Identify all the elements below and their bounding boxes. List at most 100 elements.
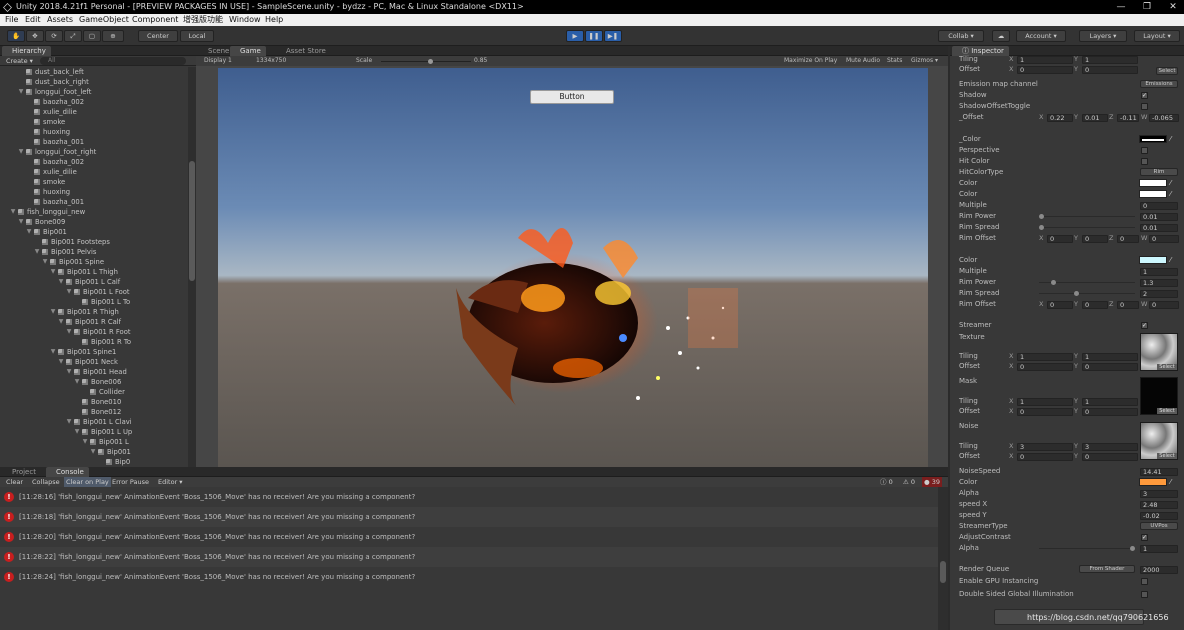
pivot-local-button[interactable]: Local	[180, 30, 214, 42]
x-field[interactable]: 0.22	[1047, 113, 1073, 122]
x-field[interactable]: 1	[1017, 397, 1073, 406]
foldout-arrow-icon[interactable]: ▼	[50, 307, 56, 317]
foldout-arrow-icon[interactable]: ▼	[66, 417, 72, 427]
menu-edit[interactable]: Edit	[25, 14, 41, 26]
hierarchy-tab[interactable]: Hierarchy	[2, 46, 51, 56]
w-field[interactable]: 0	[1149, 300, 1179, 309]
y-field[interactable]: 1	[1082, 397, 1138, 406]
slider-knob[interactable]	[1039, 225, 1044, 230]
hierarchy-item[interactable]: ▼ Bone009	[0, 217, 188, 227]
texture-select-button[interactable]: Select	[1156, 67, 1178, 75]
toggle-checkbox[interactable]	[1141, 103, 1148, 110]
slider-value-field[interactable]: 1.3	[1140, 278, 1178, 287]
hierarchy-item[interactable]: ▼ Bip001 Neck	[0, 357, 188, 367]
y-field[interactable]: 0	[1082, 452, 1138, 461]
eyedropper-icon[interactable]: ⁄	[1170, 477, 1171, 488]
info-count[interactable]: ⓘ 0	[880, 477, 893, 487]
close-button[interactable]: ✕	[1160, 0, 1184, 14]
gizmos-dropdown[interactable]: Gizmos ▾	[911, 56, 938, 66]
hierarchy-item[interactable]: Bip001 R To	[0, 337, 188, 347]
hierarchy-item[interactable]: Bip0	[0, 457, 188, 467]
y-field[interactable]: 0.01	[1082, 113, 1108, 122]
foldout-arrow-icon[interactable]: ▼	[18, 147, 24, 157]
scale-slider[interactable]	[381, 59, 471, 64]
hierarchy-item[interactable]: ▼ Bip001 R Calf	[0, 317, 188, 327]
z-field[interactable]: 0	[1117, 300, 1139, 309]
rect-tool-icon[interactable]: ▢	[83, 30, 101, 42]
hierarchy-item[interactable]: ▼ Bip001 L Up	[0, 427, 188, 437]
foldout-arrow-icon[interactable]: ▼	[18, 87, 24, 97]
play-button[interactable]: ▶	[566, 30, 584, 42]
streamer-type-dropdown[interactable]: UVPos	[1140, 522, 1178, 530]
x-field[interactable]: 1	[1017, 352, 1073, 361]
hierarchy-item[interactable]: ▼ Bip001 L Thigh	[0, 267, 188, 277]
w-field[interactable]: 0	[1149, 234, 1179, 243]
slider-knob[interactable]	[1039, 214, 1044, 219]
pause-button[interactable]: ❚❚	[585, 30, 603, 42]
x-field[interactable]: 0	[1017, 65, 1073, 74]
y-field[interactable]: 0	[1082, 407, 1138, 416]
menu-help[interactable]: Help	[265, 14, 283, 26]
console-scrollbar[interactable]	[938, 487, 948, 630]
foldout-arrow-icon[interactable]: ▼	[42, 257, 48, 267]
hierarchy-item[interactable]: huoxing	[0, 127, 188, 137]
speed-y-field[interactable]: -0.02	[1140, 511, 1178, 520]
step-button[interactable]: ▶❚	[604, 30, 622, 42]
move-tool-icon[interactable]: ✥	[26, 30, 44, 42]
hierarchy-item[interactable]: ▼ Bip001 R Thigh	[0, 307, 188, 317]
hierarchy-scrollbar[interactable]	[188, 67, 196, 467]
display-dropdown[interactable]: Display 1	[204, 56, 232, 66]
multiple-field[interactable]: 1	[1140, 267, 1178, 276]
color-swatch[interactable]	[1139, 478, 1167, 486]
foldout-arrow-icon[interactable]: ▼	[90, 447, 96, 457]
create-dropdown[interactable]: Create ▾	[6, 57, 33, 65]
hierarchy-item[interactable]: dust_back_left	[0, 67, 188, 77]
hierarchy-item[interactable]: xulie_dilie	[0, 167, 188, 177]
slider-track[interactable]	[1039, 216, 1135, 217]
hierarchy-item[interactable]: ▼ Bip001 L Calf	[0, 277, 188, 287]
hierarchy-item[interactable]: baozha_002	[0, 97, 188, 107]
hierarchy-item[interactable]: ▼ longgui_foot_left	[0, 87, 188, 97]
eyedropper-icon[interactable]: ⁄	[1170, 134, 1171, 145]
slider-track[interactable]	[1039, 548, 1135, 549]
cloud-icon[interactable]: ☁	[992, 30, 1010, 42]
slider-value-field[interactable]: 1	[1140, 544, 1178, 553]
eyedropper-icon[interactable]: ⁄	[1170, 255, 1171, 266]
hierarchy-item[interactable]: ▼ Bip001 Pelvis	[0, 247, 188, 257]
foldout-arrow-icon[interactable]: ▼	[66, 287, 72, 297]
alpha-field[interactable]: 3	[1140, 489, 1178, 498]
foldout-arrow-icon[interactable]: ▼	[58, 317, 64, 327]
warning-count[interactable]: ⚠ 0	[903, 477, 915, 487]
hierarchy-item[interactable]: ▼ Bip001	[0, 447, 188, 457]
hierarchy-item[interactable]: ▼ Bip001 R Foot	[0, 327, 188, 337]
hierarchy-item[interactable]: ▼ Bip001 Spine1	[0, 347, 188, 357]
color-swatch[interactable]	[1139, 256, 1167, 264]
x-field[interactable]: 0	[1047, 300, 1073, 309]
clear-on-play-button[interactable]: Clear on Play	[64, 477, 111, 487]
hierarchy-item[interactable]: baozha_001	[0, 137, 188, 147]
hierarchy-search-input[interactable]: All	[40, 57, 186, 65]
x-field[interactable]: 0	[1017, 362, 1073, 371]
toggle-checkbox[interactable]	[1141, 591, 1148, 598]
console-log-row[interactable]: ! [11:28:18] 'fish_longgui_new' Animation…	[0, 507, 938, 527]
layout-button[interactable]: Layout ▾	[1134, 30, 1180, 42]
x-field[interactable]: 0	[1047, 234, 1073, 243]
z-field[interactable]: 0	[1117, 234, 1139, 243]
maximize-button[interactable]: ❐	[1134, 0, 1160, 14]
slider-track[interactable]	[1039, 227, 1135, 228]
menu-component[interactable]: Component	[132, 14, 178, 26]
slider-knob[interactable]	[1073, 291, 1079, 296]
menu-assets[interactable]: Assets	[47, 14, 73, 26]
collab-button[interactable]: Collab ▾	[938, 30, 984, 42]
y-field[interactable]: 3	[1082, 442, 1138, 451]
foldout-arrow-icon[interactable]: ▼	[18, 217, 24, 227]
foldout-arrow-icon[interactable]: ▼	[34, 247, 40, 257]
toggle-checkbox[interactable]: ✓	[1141, 534, 1148, 541]
hierarchy-item[interactable]: ▼ Bip001 L Foot	[0, 287, 188, 297]
hierarchy-item[interactable]: ▼ Bip001 Head	[0, 367, 188, 377]
hierarchy-item[interactable]: ▼ longgui_foot_right	[0, 147, 188, 157]
speed-x-field[interactable]: 2.48	[1140, 500, 1178, 509]
toggle-checkbox[interactable]	[1141, 147, 1148, 154]
slider-knob[interactable]	[1050, 280, 1056, 285]
eyedropper-icon[interactable]: ⁄	[1170, 189, 1171, 200]
